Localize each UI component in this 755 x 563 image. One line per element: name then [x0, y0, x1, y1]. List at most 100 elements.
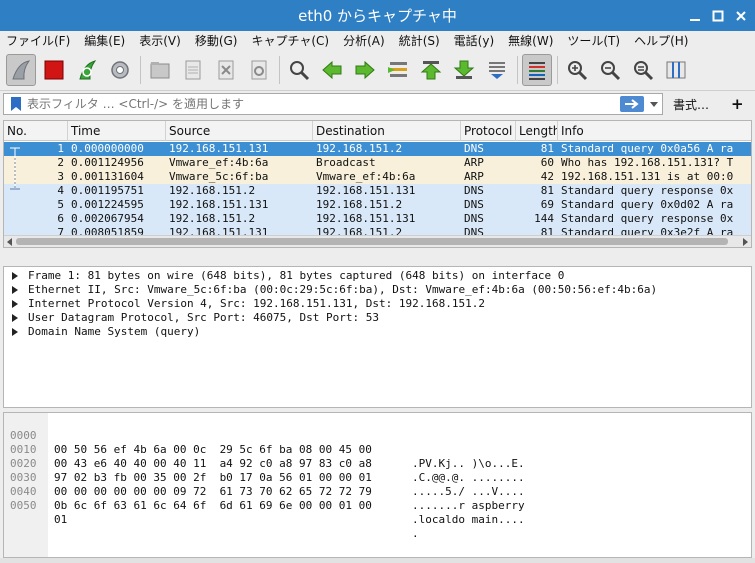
expand-arrow-icon[interactable] [12, 314, 18, 322]
close-file-button[interactable] [211, 54, 241, 86]
menu-analyze[interactable]: 分析(A) [343, 32, 385, 49]
expand-arrow-icon[interactable] [12, 272, 18, 280]
autoscroll-button[interactable] [482, 54, 512, 86]
menu-edit[interactable]: 編集(E) [84, 32, 125, 49]
menu-help[interactable]: ヘルプ(H) [634, 32, 688, 49]
chevron-down-icon[interactable] [649, 99, 659, 109]
close-button[interactable] [732, 7, 749, 24]
stop-capture-button[interactable] [39, 54, 69, 86]
column-header-length[interactable]: Length [516, 121, 558, 141]
scroll-left-icon[interactable] [5, 237, 15, 247]
detail-row-udp[interactable]: User Datagram Protocol, Src Port: 46075,… [4, 311, 751, 325]
menu-statistics[interactable]: 統計(S) [399, 32, 440, 49]
detail-text: Internet Protocol Version 4, Src: 192.16… [28, 297, 485, 310]
cell-length: 69 [540, 198, 554, 211]
apply-filter-button[interactable] [620, 96, 644, 112]
packet-row[interactable]: 1 0.000000000 192.168.151.131 192.168.151.2… [4, 142, 751, 156]
zoom-normal-button[interactable] [628, 54, 658, 86]
maximize-button[interactable] [709, 7, 726, 24]
main-toolbar [0, 49, 755, 91]
byte-ascii[interactable]: .......r aspberry [412, 499, 525, 513]
display-filter-input[interactable] [23, 95, 603, 113]
restart-capture-button[interactable] [72, 54, 102, 86]
menu-file[interactable]: ファイル(F) [6, 32, 70, 49]
cell-info: Standard query 0x0a56 A ra [561, 142, 734, 155]
capture-options-button[interactable] [105, 54, 135, 86]
bytes-row[interactable]: 0020 97 02 b3 fb 00 35 00 2f b0 17 0a 56… [4, 443, 751, 498]
cell-source: 192.168.151.131 [169, 142, 269, 155]
expression-button[interactable]: 書式… [673, 96, 709, 113]
bytes-row[interactable]: 0040 0b 6c 6f 63 61 6c 64 6f 6d 61 69 6e… [4, 471, 751, 526]
cell-time: 0.001124956 [71, 156, 144, 169]
column-header-protocol[interactable]: Protocol [461, 121, 516, 141]
column-header-info[interactable]: Info [558, 121, 751, 141]
menu-wireless[interactable]: 無線(W) [508, 32, 553, 49]
colorize-icon [529, 61, 545, 80]
last-packet-button[interactable] [449, 54, 479, 86]
reload-file-button[interactable] [244, 54, 274, 86]
byte-offset: 0050 [10, 499, 37, 512]
bytes-row[interactable]: 0050 01 . [4, 485, 751, 540]
byte-ascii[interactable]: .localdo main.... [412, 513, 525, 527]
zoom-in-button[interactable] [562, 54, 592, 86]
column-header-time[interactable]: Time [68, 121, 166, 141]
packet-row[interactable]: 2 0.001124956 Vmware_ef:4b:6a Broadcast ARP 6… [4, 156, 751, 170]
packet-bytes-pane: 0000 00 50 56 ef 4b 6a 00 0c 29 5c 6f ba… [3, 412, 752, 558]
open-file-button[interactable] [145, 54, 175, 86]
detail-row-ethernet[interactable]: Ethernet II, Src: Vmware_5c:6f:ba (00:0c… [4, 283, 751, 297]
byte-hex[interactable]: 0b 6c 6f 63 61 6c 64 6f 6d 61 69 6e 00 0… [54, 499, 372, 513]
find-packet-button[interactable] [284, 54, 314, 86]
packet-row[interactable]: 6 0.002067954 192.168.151.2 192.168.151.131… [4, 212, 751, 226]
packet-row[interactable]: 4 0.001195751 192.168.151.2 192.168.151.131… [4, 184, 751, 198]
scroll-right-icon[interactable] [740, 237, 750, 247]
detail-row-frame[interactable]: Frame 1: 81 bytes on wire (648 bits), 81… [4, 269, 751, 283]
packet-list-hscrollbar[interactable] [4, 235, 751, 247]
menu-view[interactable]: 表示(V) [139, 32, 181, 49]
bookmark-icon[interactable] [9, 96, 23, 112]
status-bar [0, 558, 755, 563]
column-header-no[interactable]: No. [4, 121, 68, 141]
scrollbar-thumb[interactable] [16, 238, 728, 245]
column-header-source[interactable]: Source [166, 121, 313, 141]
menu-tools[interactable]: ツール(T) [567, 32, 620, 49]
menu-capture[interactable]: キャプチャ(C) [251, 32, 329, 49]
zoom-in-icon [568, 60, 588, 80]
bytes-row[interactable]: 0030 00 00 00 00 00 00 09 72 61 73 70 62… [4, 457, 751, 512]
start-capture-button[interactable] [6, 53, 36, 86]
packet-row[interactable]: 5 0.001224595 192.168.151.131 192.168.151.2… [4, 198, 751, 212]
cell-destination: 192.168.151.131 [316, 184, 416, 197]
add-filter-button[interactable]: + [731, 95, 744, 113]
menu-telephony[interactable]: 電話(y) [454, 32, 494, 49]
go-back-button[interactable] [317, 54, 347, 86]
menu-go[interactable]: 移動(G) [195, 32, 238, 49]
go-to-packet-button[interactable] [383, 54, 413, 86]
first-packet-button[interactable] [416, 54, 446, 86]
column-header-destination[interactable]: Destination [313, 121, 461, 141]
display-filter-bar: 書式… + [3, 92, 752, 116]
cell-time: 0.001224595 [71, 198, 144, 211]
cell-destination: Broadcast [316, 156, 376, 169]
packet-row[interactable]: 3 0.001131604 Vmware_5c:6f:ba Vmware_ef:4b:… [4, 170, 751, 184]
bytes-row[interactable]: 0000 00 50 56 ef 4b 6a 00 0c 29 5c 6f ba… [4, 415, 751, 470]
expand-arrow-icon[interactable] [12, 300, 18, 308]
save-file-button[interactable] [178, 54, 208, 86]
goto-packet-icon [388, 61, 407, 77]
bytes-row[interactable]: 0010 00 43 e6 40 40 00 40 11 a4 92 c0 a8… [4, 429, 751, 484]
packet-list: No. Time Source Destination Protocol Len… [3, 120, 752, 248]
zoom-out-icon [601, 60, 621, 80]
cell-length: 42 [540, 170, 554, 183]
minimize-button[interactable] [686, 7, 703, 24]
byte-hex[interactable]: 01 [54, 513, 67, 527]
cell-protocol: ARP [464, 156, 484, 169]
zoom-out-button[interactable] [595, 54, 625, 86]
go-forward-button[interactable] [350, 54, 380, 86]
save-file-icon [185, 60, 201, 79]
detail-row-dns[interactable]: Domain Name System (query) [4, 325, 751, 339]
byte-ascii[interactable]: . [412, 527, 419, 541]
colorize-button[interactable] [522, 53, 552, 86]
expand-arrow-icon[interactable] [12, 286, 18, 294]
resize-columns-button[interactable] [661, 54, 691, 86]
detail-row-ipv4[interactable]: Internet Protocol Version 4, Src: 192.16… [4, 297, 751, 311]
autoscroll-icon [489, 61, 505, 79]
expand-arrow-icon[interactable] [12, 328, 18, 336]
